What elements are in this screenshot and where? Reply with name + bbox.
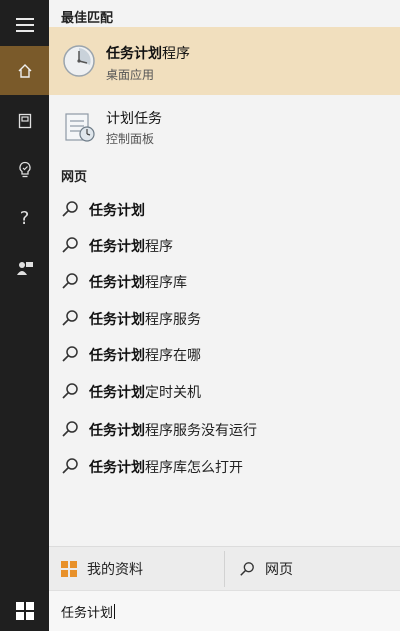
control-panel-result-subtitle: 控制面板 — [106, 132, 155, 146]
web-heading: 网页 — [61, 170, 88, 185]
search-icon — [62, 421, 78, 437]
task-scheduler-clock-icon — [63, 45, 95, 77]
search-icon — [62, 458, 78, 474]
web-suggestion[interactable]: 任务计划程序服务没有运行 — [49, 411, 400, 447]
web-suggestion[interactable]: 任务计划程序库 — [49, 263, 400, 299]
feedback-button[interactable] — [0, 243, 49, 292]
my-stuff-tab-label: 我的资料 — [87, 562, 143, 578]
hamburger-menu-button[interactable] — [0, 0, 49, 49]
scheduled-tasks-icon — [65, 113, 95, 142]
web-suggestion[interactable]: 任务计划 — [49, 191, 400, 227]
search-scope-bar: 我的资料 网页 — [49, 546, 400, 590]
web-tab-label: 网页 — [265, 562, 293, 578]
lightbulb-icon — [18, 161, 31, 177]
question-icon: ? — [19, 208, 30, 229]
search-icon — [62, 201, 78, 217]
reminders-button[interactable] — [0, 145, 49, 194]
my-stuff-tab[interactable]: 我的资料 — [61, 547, 143, 591]
web-suggestion-text: 任务计划程序服务没有运行 — [89, 423, 257, 439]
web-suggestion-text: 任务计划程序 — [89, 239, 173, 255]
windows-logo-icon — [15, 601, 34, 620]
search-results-panel: 最佳匹配 任务计划程序 桌面应用 计划任务 控制面板 网页 任务计划 任务计划程… — [49, 0, 400, 546]
web-tab[interactable]: 网页 — [239, 547, 293, 591]
search-icon — [62, 237, 78, 253]
best-match-result[interactable]: 任务计划程序 桌面应用 — [49, 27, 400, 95]
web-suggestion-text: 任务计划程序库 — [89, 275, 187, 291]
best-match-title: 任务计划程序 — [106, 46, 190, 62]
control-panel-result-title: 计划任务 — [106, 111, 162, 127]
control-panel-result[interactable]: 计划任务 控制面板 — [49, 98, 400, 154]
web-suggestion-text: 任务计划程序库怎么打开 — [89, 460, 243, 476]
tab-divider — [224, 551, 225, 587]
text-caret — [114, 604, 116, 619]
web-suggestion-text: 任务计划程序在哪 — [89, 348, 201, 364]
help-button[interactable]: ? — [0, 194, 49, 243]
notebook-button[interactable] — [0, 96, 49, 145]
web-suggestion-text: 任务计划定时关机 — [89, 385, 201, 401]
web-suggestion-text: 任务计划 — [89, 203, 145, 219]
notebook-icon — [18, 113, 31, 128]
web-suggestion[interactable]: 任务计划程序库怎么打开 — [49, 448, 400, 484]
web-suggestion-text: 任务计划程序服务 — [89, 312, 201, 328]
web-suggestion[interactable]: 任务计划程序服务 — [49, 300, 400, 336]
cortana-sidebar: ? — [0, 0, 49, 631]
web-suggestion[interactable]: 任务计划程序在哪 — [49, 336, 400, 372]
search-icon — [240, 562, 254, 576]
home-button[interactable] — [0, 46, 49, 95]
hamburger-menu-icon — [15, 17, 34, 32]
feedback-icon — [16, 261, 33, 275]
web-suggestion[interactable]: 任务计划定时关机 — [49, 373, 400, 409]
search-input[interactable]: 任务计划 — [49, 590, 400, 631]
search-icon — [62, 383, 78, 399]
home-icon — [18, 63, 31, 78]
search-icon — [62, 310, 78, 326]
windows-logo-icon — [61, 561, 77, 577]
search-input-value: 任务计划 — [61, 604, 116, 621]
best-match-heading: 最佳匹配 — [61, 11, 114, 26]
best-match-subtitle: 桌面应用 — [106, 68, 155, 82]
search-icon — [62, 273, 78, 289]
web-suggestion[interactable]: 任务计划程序 — [49, 227, 400, 263]
start-button[interactable] — [0, 590, 49, 631]
search-icon — [62, 346, 78, 362]
